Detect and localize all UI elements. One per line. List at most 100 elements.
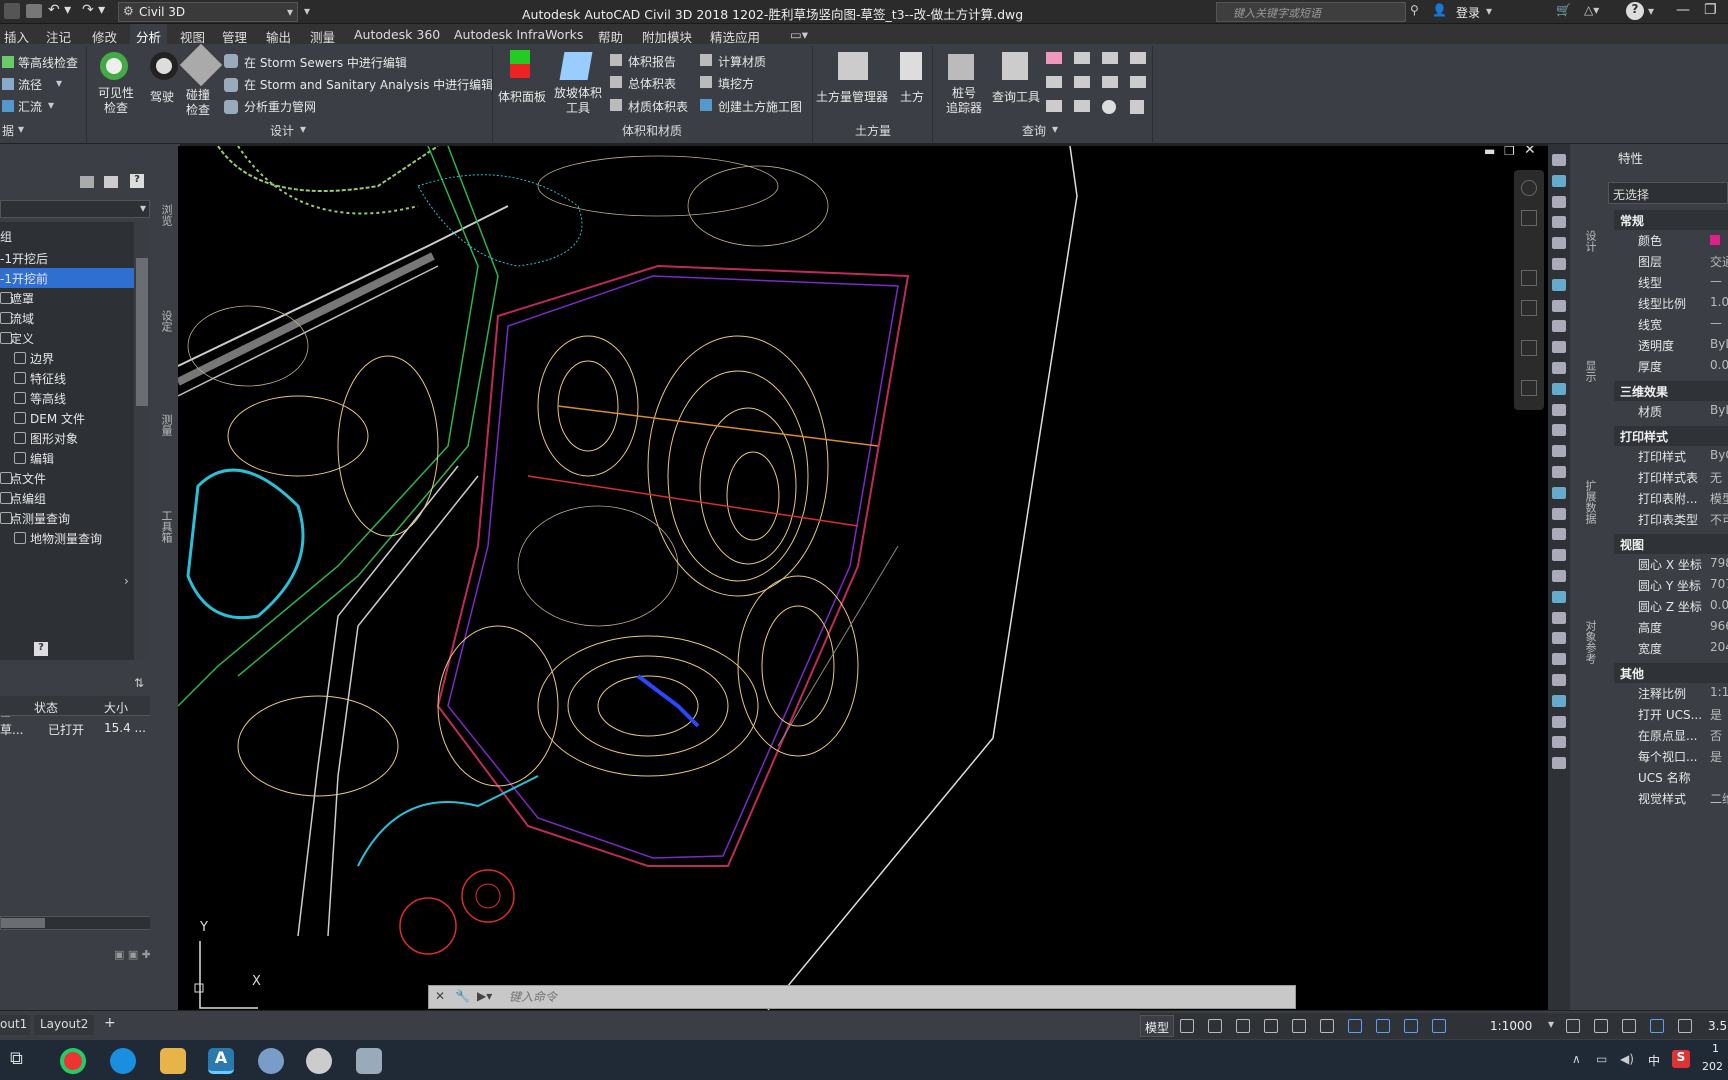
toolspace-icon-1[interactable] xyxy=(80,176,94,188)
ime-icon[interactable]: S xyxy=(1672,1050,1690,1068)
palette-tool-icon[interactable] xyxy=(1552,570,1566,582)
tab-autodesk-360[interactable]: Autodesk 360 xyxy=(354,27,440,42)
palette-tool-icon[interactable] xyxy=(1552,549,1566,562)
clock-icon[interactable] xyxy=(1102,100,1116,114)
palette-tool-icon[interactable] xyxy=(1552,736,1566,749)
tree-item[interactable]: DEM 文件 xyxy=(0,408,134,428)
area-icon[interactable] xyxy=(1130,52,1146,64)
prompt-icon[interactable]: ▶▾ xyxy=(477,989,492,1003)
property-value[interactable]: 707 xyxy=(1710,577,1728,591)
distance-icon[interactable] xyxy=(1046,52,1062,64)
horizontal-scrollbar[interactable]: › xyxy=(0,915,166,930)
property-section-header[interactable]: 三维效果 xyxy=(1614,381,1728,401)
swap-icon[interactable] xyxy=(1130,76,1146,88)
property-value[interactable]: 1:10 xyxy=(1710,685,1728,699)
restore-icon[interactable]: ❐ xyxy=(1704,2,1717,18)
close-icon[interactable]: ✕ xyxy=(435,989,445,1003)
tab-survey[interactable]: 测量 xyxy=(154,414,174,436)
showmotion-icon[interactable] xyxy=(1521,380,1537,396)
annotation-scale[interactable]: 1:1000 xyxy=(1490,1019,1532,1033)
edit-in-storm-sewers-button[interactable]: 在 Storm Sewers 中进行编辑 xyxy=(244,54,407,71)
user-icon[interactable]: 👤 xyxy=(1432,3,1447,17)
palette-tool-icon[interactable] xyxy=(1552,424,1566,437)
volume-icon[interactable]: ◀) xyxy=(1620,1052,1634,1066)
palette-tool-icon[interactable] xyxy=(1552,382,1566,395)
flow-path-dropdown-icon[interactable]: ▾ xyxy=(56,76,62,90)
inquiry-group-dropdown-icon[interactable]: ▾ xyxy=(1052,122,1058,136)
palette-tool-icon[interactable] xyxy=(1552,258,1566,270)
inquiry-tool-button[interactable]: 查询工具 xyxy=(992,88,1040,105)
input-language[interactable]: 中 xyxy=(1648,1052,1660,1069)
palette-tool-icon[interactable] xyxy=(1552,507,1566,520)
help-icon[interactable]: ? xyxy=(34,642,48,656)
tab-analyze[interactable]: 分析 xyxy=(130,24,168,45)
palette-tool-icon[interactable] xyxy=(1552,403,1566,416)
property-value[interactable]: 798 xyxy=(1710,556,1728,570)
qat-dropdown-icon[interactable]: ▾ xyxy=(304,4,310,18)
osnap-icon[interactable] xyxy=(1320,1019,1334,1033)
autoscale-icon[interactable] xyxy=(1404,1019,1418,1033)
chevron-down-icon[interactable]: ▾ xyxy=(1548,1017,1554,1031)
property-value[interactable]: 是 xyxy=(1710,706,1722,723)
property-value[interactable]: 0.00 xyxy=(1710,358,1728,372)
tray-chevron-icon[interactable]: ∧ xyxy=(1572,1052,1581,1066)
create-earthwork-drawing-button[interactable]: 创建土方施工图 xyxy=(718,98,802,115)
compute-materials-button[interactable]: 计算材质 xyxy=(718,53,766,70)
grid-icon[interactable] xyxy=(1180,1019,1194,1033)
tree-item[interactable]: 定义 xyxy=(0,328,134,348)
ortho-icon[interactable] xyxy=(1236,1019,1250,1033)
hardware-accel-icon[interactable] xyxy=(1650,1019,1664,1033)
edge-icon[interactable] xyxy=(110,1048,136,1074)
palette-tool-icon[interactable] xyxy=(1552,299,1566,312)
palette-tool-icon[interactable] xyxy=(1552,278,1566,291)
property-value[interactable]: ByL xyxy=(1710,337,1728,351)
annotation-visibility-icon[interactable] xyxy=(1376,1019,1390,1033)
column-header-size[interactable]: 大小 xyxy=(104,699,128,716)
workspace-gear-icon[interactable] xyxy=(1566,1019,1580,1033)
search-input[interactable]: 键入关键字或短语 xyxy=(1216,2,1406,22)
tree-item[interactable]: 边界 xyxy=(0,348,134,368)
help-icon[interactable]: ? xyxy=(1626,2,1644,20)
command-input[interactable] xyxy=(509,988,1289,1006)
palette-tool-icon[interactable] xyxy=(1552,362,1566,374)
palette-tool-icon[interactable] xyxy=(1552,486,1566,499)
catchment-button[interactable]: 汇流 xyxy=(18,98,42,115)
column-header-status[interactable]: 状态 xyxy=(34,699,58,716)
palette-tool-icon[interactable] xyxy=(1552,445,1566,458)
station-tracker-button[interactable]: 桩号 追踪器 xyxy=(946,86,982,116)
snap-icon[interactable] xyxy=(1208,1019,1222,1033)
tree-item[interactable]: 等高线 xyxy=(0,388,134,408)
list-row[interactable]: 草... 已打开 15.4 ... xyxy=(0,718,150,738)
palette-tool-icon[interactable] xyxy=(1552,174,1566,187)
app-icon-5[interactable] xyxy=(258,1048,284,1074)
plus-icon[interactable] xyxy=(1594,1019,1608,1033)
drawing-canvas[interactable]: Y X ▬ ❐ ✕ xyxy=(178,146,1548,1010)
tree-item[interactable]: 流域 xyxy=(0,308,134,328)
tab-settings[interactable]: 设定 xyxy=(154,310,174,332)
property-value[interactable]: 交通 xyxy=(1710,253,1728,270)
palette-tool-icon[interactable] xyxy=(1552,195,1566,208)
analyze-gravity-network-button[interactable]: 分析重力管网 xyxy=(244,98,316,115)
palette-tool-icon[interactable] xyxy=(1552,632,1566,645)
property-value[interactable]: 1.00 xyxy=(1710,295,1728,309)
property-value[interactable]: 不可 xyxy=(1710,511,1728,528)
arc-icon[interactable] xyxy=(1046,76,1062,88)
network-icon[interactable]: ▭ xyxy=(1596,1052,1607,1066)
palette-tool-icon[interactable] xyxy=(1552,715,1566,728)
contour-check-button[interactable]: 等高线检查 xyxy=(18,54,78,71)
help-icon[interactable]: ? xyxy=(130,174,144,188)
property-value[interactable]: 0.00 xyxy=(1710,598,1728,612)
workspace-select[interactable]: ⚙ Civil 3D ▾ xyxy=(118,2,298,22)
design-group-dropdown-icon[interactable]: ▾ xyxy=(300,122,306,136)
binoculars-icon[interactable]: ⚲ xyxy=(1410,3,1419,17)
pan-icon[interactable] xyxy=(1521,270,1537,286)
tab-toolbox[interactable]: 工具箱 xyxy=(154,510,174,543)
orbit-icon[interactable] xyxy=(1521,340,1537,356)
steering-wheel-icon[interactable] xyxy=(1521,180,1537,196)
palette-tool-icon[interactable] xyxy=(1552,528,1566,541)
panel-footer-icons[interactable]: ▣ ▣ ✚ xyxy=(114,948,151,961)
help-dropdown-icon[interactable]: ▾ xyxy=(1648,4,1654,18)
edit-in-ssa-button[interactable]: 在 Storm and Sanitary Analysis 中进行编辑 xyxy=(244,76,493,93)
tab-display[interactable]: 显示 xyxy=(1578,360,1598,382)
property-value[interactable]: — xyxy=(1710,274,1722,288)
